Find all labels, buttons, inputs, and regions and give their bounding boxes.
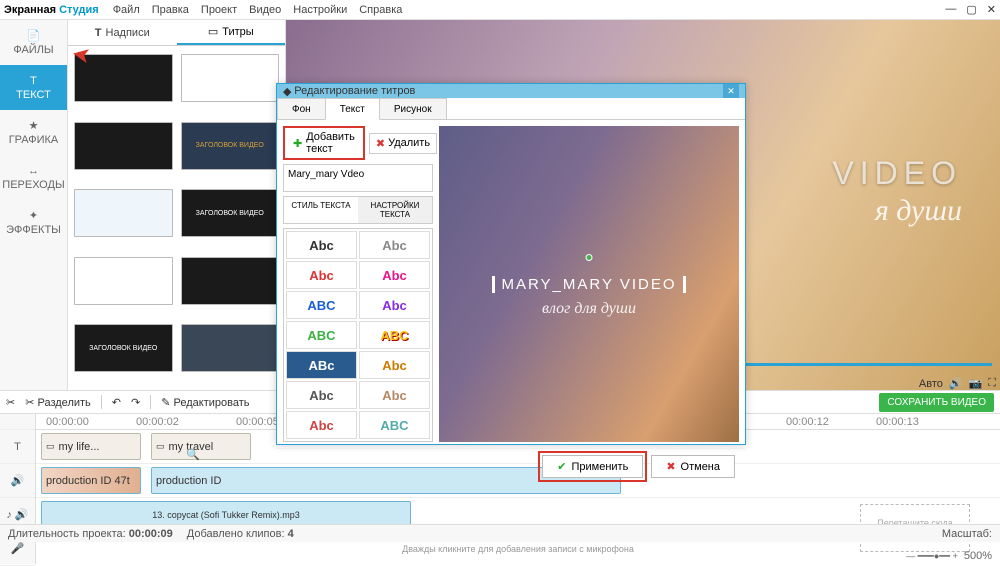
style-item[interactable]: Abc	[286, 381, 357, 409]
cut-icon[interactable]: ✂	[6, 396, 15, 409]
style-item[interactable]: Abc	[359, 351, 430, 379]
subtab-settings[interactable]: НАСТРОЙКИ ТЕКСТА	[358, 197, 432, 223]
save-video-button[interactable]: СОХРАНИТЬ ВИДЕО	[879, 393, 994, 412]
text-styles-grid: Abc Abc Abc Abc ABC Abc ABC ABC ABc Abc …	[283, 228, 433, 442]
effects-icon: ✦	[29, 209, 38, 222]
video-clip[interactable]: production ID 47t	[41, 467, 141, 494]
files-icon: 📄	[27, 29, 41, 42]
window-controls: — ▢ ✕	[945, 3, 996, 16]
title-thumb[interactable]	[74, 122, 173, 170]
subtab-style[interactable]: СТИЛЬ ТЕКСТА	[284, 197, 358, 223]
style-item[interactable]: ABc	[286, 351, 357, 379]
sidebar-item-text[interactable]: TТЕКСТ	[0, 65, 67, 110]
volume-icon[interactable]: 🔊	[949, 377, 963, 390]
menu-settings[interactable]: Настройки	[293, 4, 347, 16]
dialog-tab-text[interactable]: Текст	[325, 98, 380, 120]
style-item[interactable]: Abc	[286, 261, 357, 289]
split-button[interactable]: ✂ Разделить	[25, 396, 91, 409]
dialog-titlebar[interactable]: ◆ Редактирование титров ✕	[277, 84, 745, 98]
title-thumb[interactable]	[181, 54, 280, 102]
transitions-icon: ↔	[28, 165, 39, 177]
title-thumb[interactable]	[181, 257, 280, 305]
menu-edit[interactable]: Правка	[152, 4, 189, 16]
snapshot-icon[interactable]: 📷	[969, 377, 983, 390]
style-item[interactable]: Abc	[359, 231, 430, 259]
dialog-close-button[interactable]: ✕	[723, 84, 739, 98]
style-item[interactable]: Abc	[359, 291, 430, 319]
style-item[interactable]: ABC	[359, 411, 430, 439]
title-thumb[interactable]	[74, 189, 173, 237]
style-item[interactable]: Abc	[286, 411, 357, 439]
text-icon: T	[30, 75, 37, 87]
plus-icon: ✚	[293, 137, 302, 150]
title-thumb[interactable]	[74, 257, 173, 305]
star-icon: ★	[29, 119, 39, 132]
undo-icon[interactable]: ↶	[112, 396, 121, 409]
menu-help[interactable]: Справка	[359, 4, 402, 16]
dialog-tab-background[interactable]: Фон	[277, 98, 326, 119]
apply-button[interactable]: ✔Применить	[542, 455, 643, 478]
title-thumb[interactable]	[181, 324, 280, 372]
rotate-handle[interactable]	[586, 254, 593, 261]
title-thumb[interactable]	[74, 54, 173, 102]
title-editor-dialog: ◆ Редактирование титров ✕ Фон Текст Рису…	[276, 83, 746, 445]
edit-button[interactable]: ✎ Редактировать	[161, 396, 249, 409]
text-track-icon[interactable]: T	[0, 430, 35, 464]
status-bar: Длительность проекта: 00:00:09 Добавлено…	[0, 524, 1000, 542]
title-thumb[interactable]: ЗАГОЛОВОК ВИДЕО	[181, 122, 280, 170]
delete-icon: ✖	[376, 137, 385, 150]
style-item[interactable]: ABC	[286, 291, 357, 319]
preview-auto-label: Авто	[919, 378, 943, 390]
style-item[interactable]: ABC	[359, 321, 430, 349]
redo-icon[interactable]: ↷	[131, 396, 140, 409]
close-button[interactable]: ✕	[987, 3, 996, 16]
minimize-button[interactable]: —	[945, 3, 956, 16]
style-item[interactable]: Abc	[359, 261, 430, 289]
sidebar-item-files[interactable]: 📄ФАЙЛЫ	[0, 20, 67, 65]
zoom-slider[interactable]: — ━━━●━━ + 500%	[906, 550, 992, 562]
app-brand: Экранная Студия	[4, 4, 99, 16]
tab-titles[interactable]: ▭ Титры	[177, 20, 286, 45]
cancel-button[interactable]: ✖Отмена	[651, 455, 735, 478]
style-item[interactable]: ABC	[286, 321, 357, 349]
titlebar: Экранная Студия Файл Правка Проект Видео…	[0, 0, 1000, 20]
dialog-preview-text1[interactable]: MARY_MARY VIDEO	[492, 276, 685, 293]
fullscreen-icon[interactable]: ⛶	[988, 377, 996, 390]
text-list[interactable]: Mary_mary Vdeo	[283, 164, 433, 192]
menu-video[interactable]: Видео	[249, 4, 281, 16]
templates-panel: T Надписи ▭ Титры ЗАГОЛОВОК ВИДЕО ЗАГОЛО…	[68, 20, 286, 390]
maximize-button[interactable]: ▢	[966, 3, 976, 16]
main-menu: Файл Правка Проект Видео Настройки Справ…	[113, 4, 403, 16]
tab-captions[interactable]: T Надписи	[68, 20, 177, 45]
menu-project[interactable]: Проект	[201, 4, 237, 16]
dialog-preview-text2: влог для души	[542, 300, 636, 318]
delete-text-button[interactable]: ✖Удалить	[369, 133, 437, 154]
title-thumb[interactable]: ЗАГОЛОВОК ВИДЕО	[181, 189, 280, 237]
mic-hint: Дважды кликните для добавления записи с …	[402, 544, 634, 554]
title-thumb[interactable]: ЗАГОЛОВОК ВИДЕО	[74, 324, 173, 372]
preview-subtitle-text: я души	[875, 194, 962, 228]
sidebar-item-transitions[interactable]: ↔ПЕРЕХОДЫ	[0, 155, 67, 200]
search-icon[interactable]: 🔍	[186, 448, 200, 461]
preview-title-text: VIDEO	[832, 155, 962, 192]
add-text-button[interactable]: ✚Добавить текст	[283, 126, 365, 160]
text-clip[interactable]: ▭ my life...	[41, 433, 141, 460]
dialog-preview[interactable]: MARY_MARY VIDEO влог для души	[439, 126, 739, 442]
check-icon: ✔	[557, 460, 566, 473]
sidebar-item-graphics[interactable]: ★ГРАФИКА	[0, 110, 67, 155]
video-track-icon[interactable]: 🔊	[0, 464, 35, 498]
sidebar-item-effects[interactable]: ✦ЭФФЕКТЫ	[0, 200, 67, 245]
style-item[interactable]: Abc	[359, 381, 430, 409]
title-thumbnails: ЗАГОЛОВОК ВИДЕО ЗАГОЛОВОК ВИДЕО ЗАГОЛОВО…	[68, 46, 285, 390]
dialog-tab-image[interactable]: Рисунок	[379, 98, 447, 119]
cancel-icon: ✖	[666, 460, 675, 473]
dialog-icon: ◆	[283, 85, 291, 98]
menu-file[interactable]: Файл	[113, 4, 140, 16]
text-clip[interactable]: ▭ my travel	[151, 433, 251, 460]
sidebar: 📄ФАЙЛЫ TТЕКСТ ★ГРАФИКА ↔ПЕРЕХОДЫ ✦ЭФФЕКТ…	[0, 20, 68, 390]
style-item[interactable]: Abc	[286, 231, 357, 259]
